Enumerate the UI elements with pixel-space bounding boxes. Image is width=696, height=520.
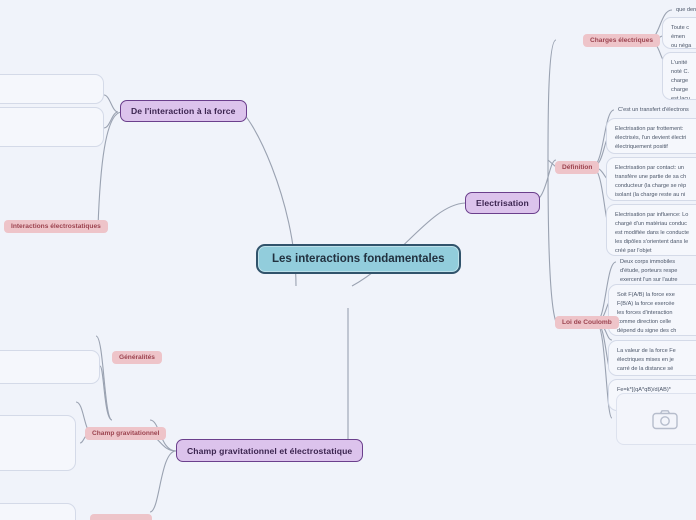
leaf-card-gravit-formula[interactable]: ur: G=G*(m/d**2)er <box>0 396 78 410</box>
branch-label: Electrisation <box>476 198 529 208</box>
tag-label: Champ gravitationnel <box>92 430 160 437</box>
branch-node-interaction-force[interactable]: De l'interaction à la force <box>120 100 247 122</box>
tag-node-loi-de-coulomb[interactable]: Loi de Coulomb <box>555 316 619 329</box>
branch-label: De l'interaction à la force <box>131 106 236 116</box>
leaf-card-coulomb-intro[interactable]: Deux corps immobiles d'étude, porteurs r… <box>612 255 696 281</box>
central-node[interactable]: Les interactions fondamentales <box>256 244 461 274</box>
leaf-card-coulomb-forces[interactable]: Soit F(A/B) la force exe F(B/A) la force… <box>608 284 696 336</box>
tag-node-champ-gravitationnel[interactable]: Champ gravitationnel <box>85 427 167 440</box>
leaf-card-definition-contact[interactable]: Electrisation par contact: un transfère … <box>606 157 696 201</box>
mindmap-canvas: Les interactions fondamentales De l'inte… <box>0 0 696 520</box>
leaf-card-charges-mid[interactable]: Toute c émen ou néga <box>662 17 696 49</box>
tag-label: Interactions électrostatiques <box>11 223 101 230</box>
tag-label: Généralités <box>119 354 155 361</box>
leaf-card-charges-bottom[interactable]: L'unité noté C. charge charge est lacu <box>662 52 696 100</box>
leaf-card-gravit-image[interactable] <box>0 415 76 471</box>
branch-node-champ[interactable]: Champ gravitationnel et électrostatique <box>176 439 364 462</box>
tag-node-generalites[interactable]: Généralités <box>112 351 162 364</box>
leaf-card-definition-influence[interactable]: Electrisation par influence: Lo chargé d… <box>606 204 696 256</box>
leaf-card-electro-image[interactable] <box>0 503 76 520</box>
tag-node-interactions-electrostatiques[interactable]: Interactions électrostatiques <box>4 220 108 233</box>
leaf-card-definition-intro[interactable]: C'est un transfert d'électrons <box>610 103 696 115</box>
leaf-card-generalites[interactable]: les champs scalaires (champs t les champ… <box>0 350 100 384</box>
branch-node-electrisation[interactable]: Electrisation <box>465 192 540 214</box>
tag-label: Charges électriques <box>590 37 654 44</box>
leaf-card-interaction-top[interactable]: issant de manière réciproque objets sont… <box>0 74 104 104</box>
branch-label: Champ gravitationnel et électrostatique <box>187 445 353 456</box>
tag-label: Définition <box>562 164 593 171</box>
leaf-card-generalites-top[interactable]: phie dans l'espace d'une <box>0 329 98 345</box>
tag-label: Loi de Coulomb <box>562 319 612 326</box>
central-node-label: Les interactions fondamentales <box>272 253 445 265</box>
image-placeholder-coulomb[interactable] <box>616 393 696 445</box>
tag-node-charges-electriques[interactable]: Charges électriques <box>583 34 661 47</box>
camera-icon <box>652 409 678 430</box>
leaf-card-charges-top[interactable]: que den <box>668 3 696 15</box>
leaf-card-definition-frottement[interactable]: Electrisation par frottement: électrisés… <box>606 118 696 154</box>
leaf-card-interaction-bottom[interactable]: ar une force, elle-même rtant quatre car… <box>0 107 104 147</box>
tag-node-definition[interactable]: Définition <box>555 161 600 174</box>
tag-node-champ-electrostatique[interactable] <box>90 514 152 520</box>
leaf-card-electro-formula[interactable]: ur: E=k*(q/d**2)er <box>0 484 78 498</box>
leaf-card-coulomb-valeur[interactable]: La valeur de la force Fe électriques mis… <box>608 340 696 376</box>
